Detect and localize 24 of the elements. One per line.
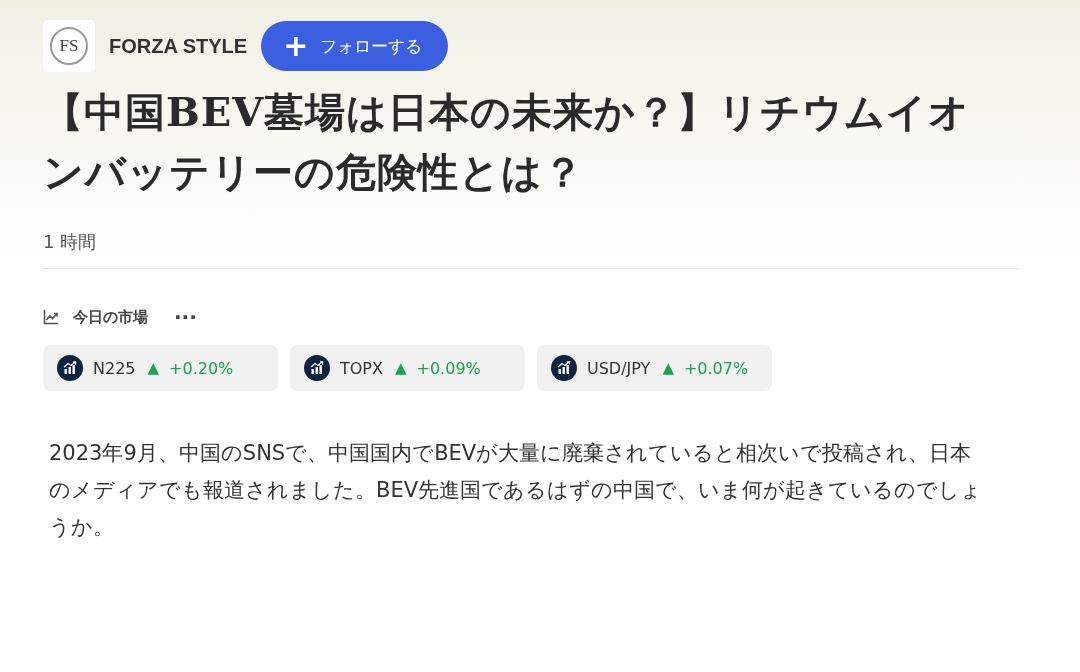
article-paragraph: 2023年9月、中国のSNSで、中国国内でBEVが大量に廃棄されていると相次いで投稿され、日本のメディアでも報道されました。BEV先進国であるはずの中国で、いま何が起きているのでしょうか。 xyxy=(49,440,984,541)
bar-chart-icon xyxy=(551,355,577,381)
publish-time: 1 時間 xyxy=(43,230,98,254)
more-button[interactable]: ··· xyxy=(174,305,197,329)
ticker-name: TOPX xyxy=(340,358,383,378)
bar-chart-icon xyxy=(304,355,330,381)
ticker-card[interactable]: TOPX ▲ +0.09% xyxy=(290,345,525,391)
ticker-change: +0.20% xyxy=(169,358,234,378)
follow-button[interactable]: + フォローする xyxy=(261,21,449,71)
publisher-name[interactable]: FORZA STYLE xyxy=(109,34,248,58)
publisher-logo[interactable]: FS xyxy=(43,20,95,72)
ticker-change: +0.07% xyxy=(683,358,749,378)
article-title: 【中国BEV墓場は日本の未来か？】リチウムイオンバッテリーの危険性とは？ xyxy=(43,87,972,197)
trend-icon: ▲ xyxy=(147,359,160,377)
line-chart-icon xyxy=(43,309,59,325)
ticker-change: +0.09% xyxy=(416,358,481,378)
ticker-card[interactable]: N225 ▲ +0.20% xyxy=(43,345,278,391)
ticker-name: N225 xyxy=(93,358,136,378)
ticker-card[interactable]: USD/JPY ▲ +0.07% xyxy=(537,345,772,391)
markets-title: 今日の市場 xyxy=(73,307,148,327)
bar-chart-icon xyxy=(57,355,83,381)
trend-icon: ▲ xyxy=(395,359,407,377)
ticker-name: USD/JPY xyxy=(587,358,651,378)
trend-icon: ▲ xyxy=(662,359,674,377)
